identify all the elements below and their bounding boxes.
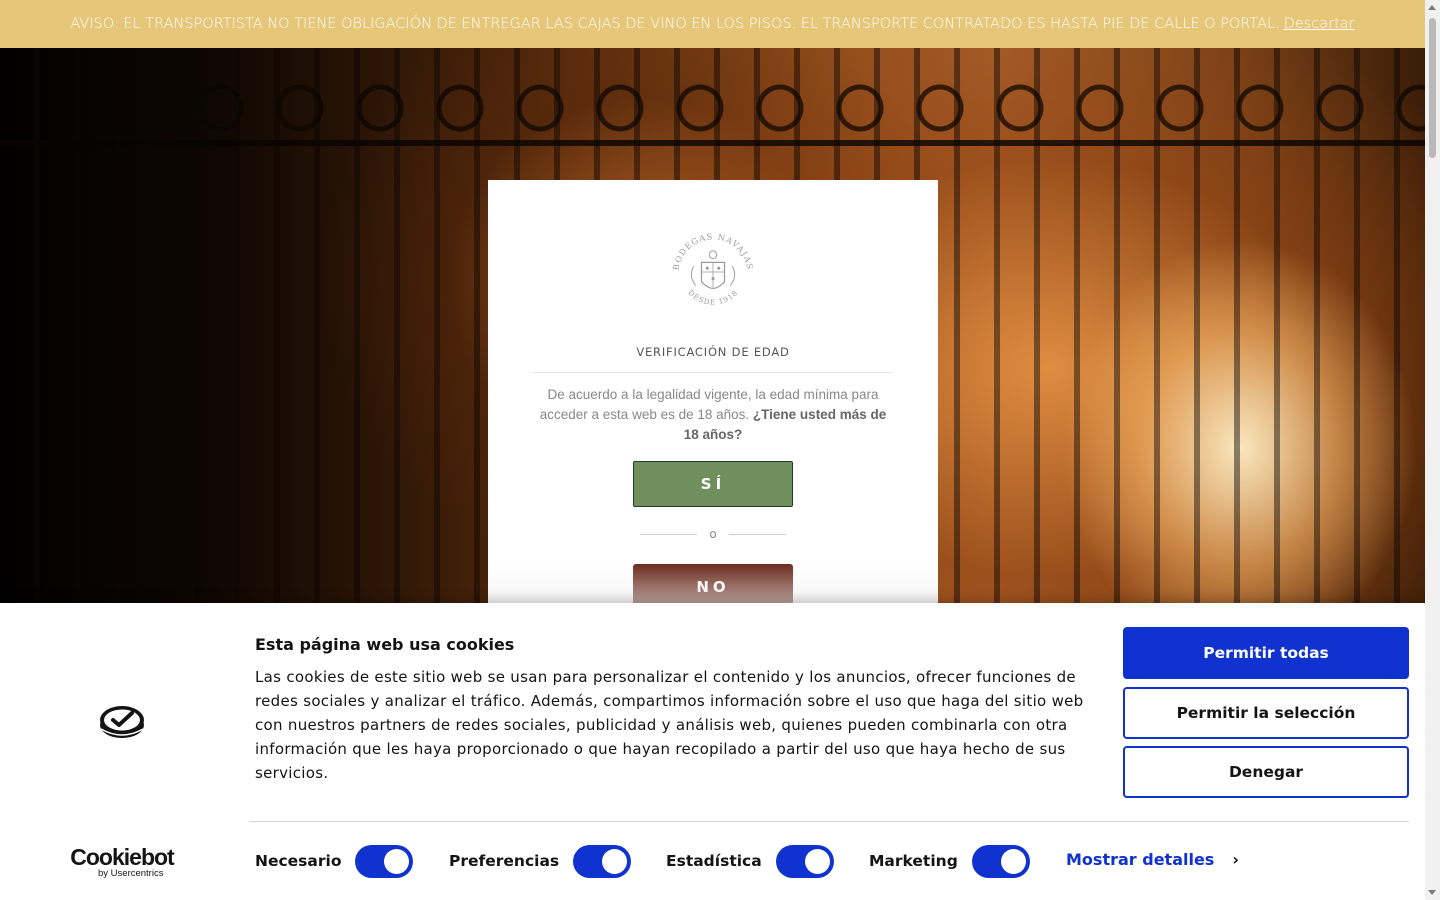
bodegas-navajas-logo: BODEGAS NAVAJAS DESDE 1918 xyxy=(488,224,938,320)
deny-button[interactable]: Denegar xyxy=(1123,746,1409,798)
toggle-knob xyxy=(602,848,628,874)
cookiebot-logo-icon xyxy=(100,706,144,738)
cookie-banner-text: Las cookies de este sitio web se usan pa… xyxy=(255,668,1084,782)
or-line-right xyxy=(728,533,786,535)
gate-rail-decoration xyxy=(0,140,1425,146)
cookie-banner-title: Esta página web usa cookies xyxy=(255,635,515,654)
logo-bottom-text: DESDE 1918 xyxy=(686,288,738,307)
yes-button[interactable]: SÍ xyxy=(633,461,793,507)
toggle-knob xyxy=(384,848,410,874)
allow-selection-button[interactable]: Permitir la selección xyxy=(1123,687,1409,739)
or-separator: o xyxy=(640,527,786,541)
toggle-knob xyxy=(804,848,830,874)
toggle-necesario: Necesario xyxy=(255,844,414,878)
cookie-banner-divider xyxy=(249,821,1409,822)
svg-text:DESDE 1918: DESDE 1918 xyxy=(686,288,739,307)
chevron-right-icon: › xyxy=(1232,850,1239,869)
shipping-notice-bar: AVISO: EL TRANSPORTISTA NO TIENE OBLIGAC… xyxy=(0,0,1425,48)
toggle-marketing: Marketing xyxy=(869,844,1030,878)
toggle-preferencias: Preferencias xyxy=(449,844,632,878)
brand-name: Cookiebot xyxy=(70,844,174,870)
or-line-left xyxy=(640,533,698,535)
toggle-label-necesario: Necesario xyxy=(255,852,342,870)
toggle-switch-estadistica[interactable] xyxy=(775,844,834,878)
toggle-switch-necesario[interactable] xyxy=(355,844,414,878)
show-details-link[interactable]: Mostrar detalles › xyxy=(1066,850,1239,869)
or-label: o xyxy=(709,527,717,541)
toggle-label-estadistica: Estadística xyxy=(666,852,762,870)
toggle-label-preferencias: Preferencias xyxy=(449,852,560,870)
toggle-label-marketing: Marketing xyxy=(869,852,958,870)
age-verification-text: De acuerdo a la legalidad vigente, la ed… xyxy=(536,385,890,445)
toggle-knob xyxy=(1000,848,1026,874)
crest-icon: BODEGAS NAVAJAS DESDE 1918 xyxy=(671,231,755,307)
notice-text: AVISO: EL TRANSPORTISTA NO TIENE OBLIGAC… xyxy=(70,16,1280,32)
scroll-up-icon[interactable] xyxy=(1428,5,1436,10)
cookiebot-brand: Cookiebot by Usercentrics xyxy=(70,844,174,880)
show-details-label: Mostrar detalles xyxy=(1066,850,1215,869)
gate-scroll-decoration xyxy=(180,48,1425,168)
toggle-switch-marketing[interactable] xyxy=(971,844,1030,878)
page-scrollbar[interactable] xyxy=(1425,0,1440,900)
scroll-down-icon[interactable] xyxy=(1428,890,1436,895)
age-verification-title: VERIFICACIÓN DE EDAD xyxy=(636,345,790,359)
age-verification-modal: BODEGAS NAVAJAS DESDE 1918 VERIFICACIÓN … xyxy=(488,180,938,603)
toggle-estadistica: Estadística xyxy=(666,844,834,878)
title-divider xyxy=(533,372,893,373)
allow-all-button[interactable]: Permitir todas xyxy=(1123,627,1409,679)
dismiss-notice-link[interactable]: Descartar xyxy=(1284,16,1355,32)
toggle-switch-preferencias[interactable] xyxy=(573,844,632,878)
scrollbar-thumb[interactable] xyxy=(1429,18,1436,158)
no-button[interactable]: NO xyxy=(633,564,793,603)
cookie-consent-banner: Esta página web usa cookies Las cookies … xyxy=(0,603,1425,900)
